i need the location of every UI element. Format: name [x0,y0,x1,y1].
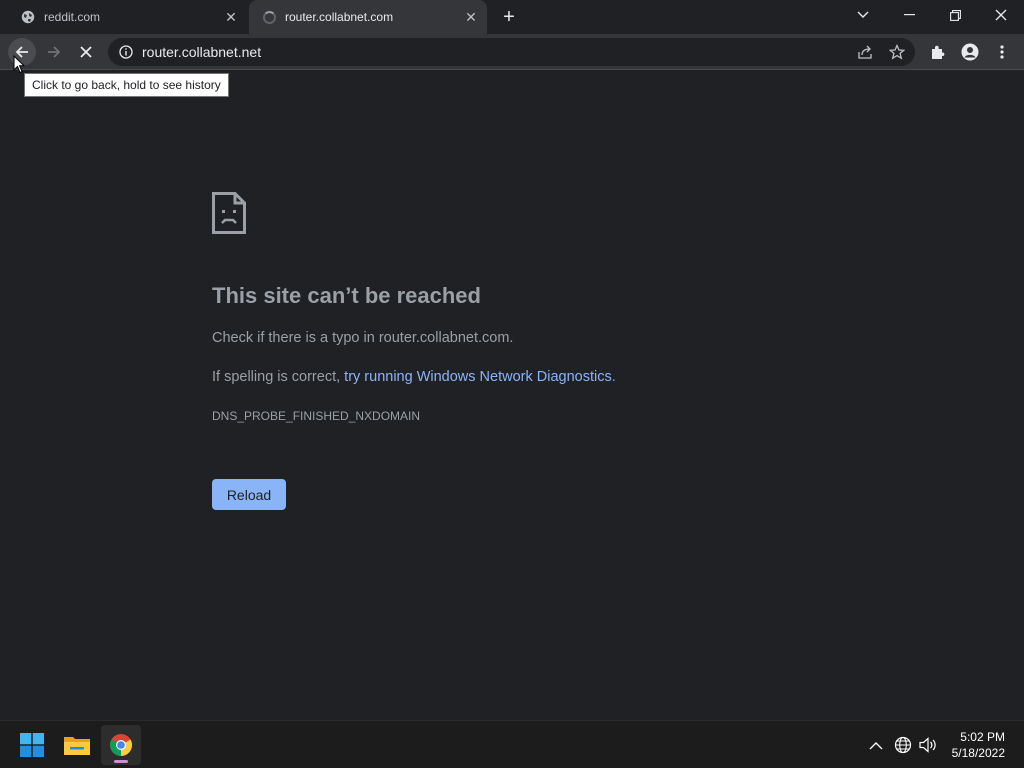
stop-loading-button[interactable] [72,38,100,66]
minimize-button[interactable] [886,0,932,30]
network-diagnostics-link[interactable]: try running Windows Network Diagnostics [344,369,612,385]
active-app-indicator [114,760,128,763]
tab-search-icon[interactable] [840,0,886,30]
close-tab-icon[interactable]: ✕ [463,9,479,25]
error-title: This site can’t be reached [212,283,481,308]
sad-page-icon [212,192,246,239]
address-bar[interactable]: router.collabnet.net [108,38,915,66]
clock-time: 5:02 PM [960,730,1005,744]
site-info-icon[interactable] [118,44,134,60]
back-button-tooltip: Click to go back, hold to see history [24,73,229,97]
error-message-typo: Check if there is a typo in router.colla… [212,330,514,346]
taskbar: 5:02 PM 5/18/2022 [0,720,1024,768]
tab-router[interactable]: router.collabnet.com ✕ [249,0,487,34]
url-text[interactable]: router.collabnet.net [142,44,847,60]
tab-strip: reddit.com ✕ router.collabnet.com ✕ + [0,0,1024,34]
restore-button[interactable] [932,0,978,30]
chrome-icon[interactable] [101,725,141,765]
toolbar: router.collabnet.net [0,34,1024,70]
diagnostics-suffix: . [611,369,616,385]
share-icon[interactable] [857,44,873,60]
reload-button[interactable]: Reload [212,479,286,510]
tab-reddit[interactable]: reddit.com ✕ [0,0,247,34]
start-icon[interactable] [12,725,52,765]
network-globe-icon[interactable] [893,735,913,755]
volume-icon[interactable] [918,735,938,755]
extensions-icon[interactable] [924,38,952,66]
system-clock[interactable]: 5:02 PM 5/18/2022 [952,729,1005,761]
forward-button[interactable] [40,38,68,66]
tab-title: router.collabnet.com [285,10,394,24]
profile-icon[interactable] [956,38,984,66]
bookmark-star-icon[interactable] [889,44,905,60]
tab-title: reddit.com [44,10,101,24]
chevron-up-icon[interactable] [866,735,886,755]
close-tab-icon[interactable]: ✕ [223,9,239,25]
new-tab-button[interactable]: + [499,7,519,27]
error-code: DNS_PROBE_FINISHED_NXDOMAIN [212,409,421,423]
loading-spinner-icon [261,9,277,25]
mouse-cursor-icon [13,54,26,79]
error-message-diagnostics: If spelling is correct, try running Wind… [212,369,616,385]
close-window-button[interactable] [978,0,1024,30]
globe-icon [20,9,36,25]
file-explorer-icon[interactable] [57,725,97,765]
diagnostics-prefix: If spelling is correct, [212,369,345,385]
menu-icon[interactable] [988,38,1016,66]
clock-date: 5/18/2022 [951,746,1005,760]
